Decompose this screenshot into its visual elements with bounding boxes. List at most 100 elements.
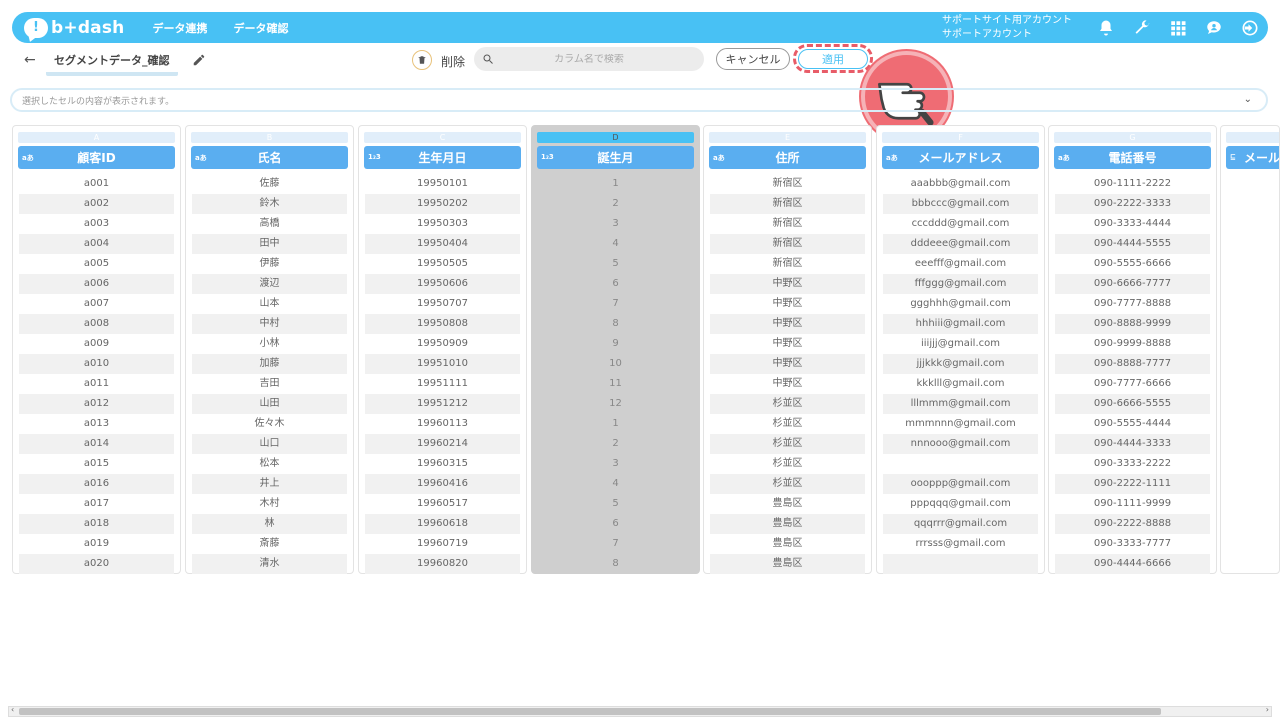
bell-icon[interactable] xyxy=(1097,19,1115,37)
table-cell[interactable]: a017 xyxy=(19,494,174,514)
table-cell[interactable]: lllmmm@gmail.com xyxy=(883,394,1038,414)
nav-data-check[interactable]: データ確認 xyxy=(233,20,288,36)
table-cell[interactable]: 090-1111-2222 xyxy=(1055,174,1210,194)
table-cell[interactable]: 090-7777-8888 xyxy=(1055,294,1210,314)
table-cell[interactable]: 7 xyxy=(538,534,693,554)
table-cell[interactable]: aaabbb@gmail.com xyxy=(883,174,1038,194)
column-letter[interactable]: E xyxy=(709,132,866,143)
table-cell[interactable]: 19950909 xyxy=(365,334,520,354)
table-cell[interactable]: 090-2222-8888 xyxy=(1055,514,1210,534)
column-a[interactable]: Aaあ 顧客ID a001 a002 a003 a004 a005 a006 a007 a008 a… xyxy=(12,125,181,574)
table-cell[interactable]: 090-3333-7777 xyxy=(1055,534,1210,554)
table-cell[interactable]: 19960315 xyxy=(365,454,520,474)
table-cell[interactable]: 9 xyxy=(538,334,693,354)
table-cell[interactable]: 090-1111-9999 xyxy=(1055,494,1210,514)
table-cell[interactable]: 090-6666-5555 xyxy=(1055,394,1210,414)
back-arrow-icon[interactable]: ← xyxy=(24,52,40,68)
table-cell[interactable]: 清水 xyxy=(192,554,347,574)
table-cell[interactable]: 豊島区 xyxy=(710,534,865,554)
table-cell[interactable]: 杉並区 xyxy=(710,394,865,414)
table-cell[interactable]: 高橋 xyxy=(192,214,347,234)
table-cell[interactable]: a015 xyxy=(19,454,174,474)
table-cell[interactable]: 19960719 xyxy=(365,534,520,554)
table-cell[interactable]: 19960618 xyxy=(365,514,520,534)
column-letter[interactable]: B xyxy=(191,132,348,143)
table-cell[interactable]: 19950303 xyxy=(365,214,520,234)
column-letter[interactable]: F xyxy=(882,132,1039,143)
table-cell[interactable]: 杉並区 xyxy=(710,454,865,474)
table-cell[interactable]: 中野区 xyxy=(710,274,865,294)
column-header[interactable]: ⊑ メール xyxy=(1226,146,1279,169)
apply-button[interactable]: 適用 xyxy=(798,49,868,69)
wrench-icon[interactable] xyxy=(1133,19,1151,37)
table-cell[interactable]: 19950202 xyxy=(365,194,520,214)
table-cell[interactable]: 19950707 xyxy=(365,294,520,314)
table-cell[interactable]: 5 xyxy=(538,254,693,274)
table-cell[interactable]: 伊藤 xyxy=(192,254,347,274)
nav-data-integration[interactable]: データ連携 xyxy=(152,20,207,36)
table-cell[interactable]: 豊島区 xyxy=(710,494,865,514)
table-cell[interactable]: 090-5555-4444 xyxy=(1055,414,1210,434)
table-cell[interactable]: bbbccc@gmail.com xyxy=(883,194,1038,214)
column-search[interactable] xyxy=(474,47,704,71)
table-cell[interactable]: 中野区 xyxy=(710,314,865,334)
table-cell[interactable]: 090-2222-3333 xyxy=(1055,194,1210,214)
column-header[interactable]: aあ 氏名 xyxy=(191,146,348,169)
column-partial[interactable]: ⊑ メール xyxy=(1220,125,1280,574)
table-cell[interactable]: ggghhh@gmail.com xyxy=(883,294,1038,314)
table-cell[interactable]: 090-4444-3333 xyxy=(1055,434,1210,454)
column-g[interactable]: Gaあ 電話番号 090-1111-2222 090-2222-3333 090-333… xyxy=(1048,125,1217,574)
account-info[interactable]: サポートサイト用アカウント サポートアカウント xyxy=(942,14,1072,42)
table-cell[interactable]: 新宿区 xyxy=(710,254,865,274)
table-cell[interactable]: 中野区 xyxy=(710,354,865,374)
table-cell[interactable]: nnnooo@gmail.com xyxy=(883,434,1038,454)
table-cell[interactable] xyxy=(883,454,1038,474)
table-cell[interactable]: 8 xyxy=(538,314,693,334)
table-cell[interactable]: a013 xyxy=(19,414,174,434)
table-cell[interactable]: 7 xyxy=(538,294,693,314)
table-cell[interactable]: a008 xyxy=(19,314,174,334)
table-cell[interactable]: 渡辺 xyxy=(192,274,347,294)
table-cell[interactable]: eeefff@gmail.com xyxy=(883,254,1038,274)
table-cell[interactable]: 斎藤 xyxy=(192,534,347,554)
table-cell[interactable]: 8 xyxy=(538,554,693,574)
table-cell[interactable]: iiijjj@gmail.com xyxy=(883,334,1038,354)
table-cell[interactable]: 佐藤 xyxy=(192,174,347,194)
table-cell[interactable]: 19960517 xyxy=(365,494,520,514)
cell-content-display[interactable]: 選択したセルの内容が表示されます。 ⌄ xyxy=(10,88,1268,112)
column-header[interactable]: aあ メールアドレス xyxy=(882,146,1039,169)
table-cell[interactable]: a018 xyxy=(19,514,174,534)
table-cell[interactable]: jjjkkk@gmail.com xyxy=(883,354,1038,374)
table-cell[interactable]: 19950505 xyxy=(365,254,520,274)
table-cell[interactable]: a010 xyxy=(19,354,174,374)
table-cell[interactable]: 中野区 xyxy=(710,294,865,314)
column-b[interactable]: Baあ 氏名 佐藤 鈴木 高橋 田中 伊藤 渡辺 山本 中村 小林 加藤 吉田 山田 佐々木 山口 松本 井上 木村… xyxy=(185,125,354,574)
table-cell[interactable]: 田中 xyxy=(192,234,347,254)
table-cell[interactable]: 19950606 xyxy=(365,274,520,294)
scroll-right-icon[interactable]: › xyxy=(1266,705,1269,714)
table-cell[interactable]: 10 xyxy=(538,354,693,374)
table-cell[interactable]: 中野区 xyxy=(710,374,865,394)
column-letter[interactable]: A xyxy=(18,132,175,143)
table-cell[interactable]: qqqrrr@gmail.com xyxy=(883,514,1038,534)
table-cell[interactable]: 新宿区 xyxy=(710,214,865,234)
table-cell[interactable]: a019 xyxy=(19,534,174,554)
table-cell[interactable]: a014 xyxy=(19,434,174,454)
column-letter[interactable]: G xyxy=(1054,132,1211,143)
table-cell[interactable]: a002 xyxy=(19,194,174,214)
table-cell[interactable]: 19951111 xyxy=(365,374,520,394)
table-cell[interactable]: a020 xyxy=(19,554,174,574)
column-header[interactable]: aあ 顧客ID xyxy=(18,146,175,169)
table-cell[interactable]: 090-4444-6666 xyxy=(1055,554,1210,574)
table-cell[interactable]: 4 xyxy=(538,234,693,254)
table-cell[interactable]: 090-3333-2222 xyxy=(1055,454,1210,474)
table-cell[interactable]: 19960214 xyxy=(365,434,520,454)
table-cell[interactable]: fffggg@gmail.com xyxy=(883,274,1038,294)
table-cell[interactable]: cccddd@gmail.com xyxy=(883,214,1038,234)
table-cell[interactable]: 11 xyxy=(538,374,693,394)
table-cell[interactable]: dddeee@gmail.com xyxy=(883,234,1038,254)
column-header[interactable]: 1₂3 誕生月 xyxy=(537,146,694,169)
table-cell[interactable]: 19960113 xyxy=(365,414,520,434)
table-cell[interactable]: a009 xyxy=(19,334,174,354)
table-cell[interactable]: 杉並区 xyxy=(710,434,865,454)
